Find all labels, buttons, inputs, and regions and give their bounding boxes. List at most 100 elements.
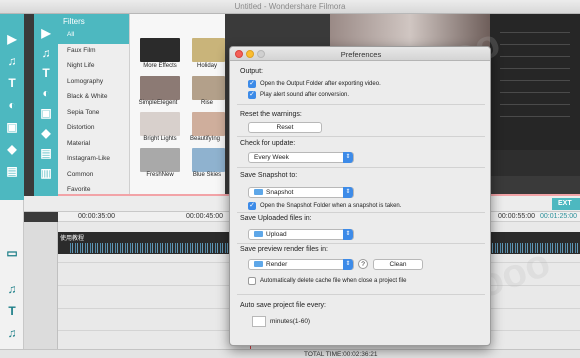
preferences-dialog: Preferences Output: ✓ Open the Output Fo… (229, 46, 491, 346)
elements-icon-2[interactable]: ◆ (39, 126, 53, 140)
thumbnail-bright-lights[interactable] (140, 112, 180, 136)
snapshot-folder-select[interactable]: Snapshot ⇕ (248, 187, 354, 198)
time-marker: 00:00:35:00 (78, 213, 115, 220)
thumbnail-more-effects[interactable] (140, 38, 180, 62)
secondary-toolbar: ▶ ♫ T ◐ ▣ ◆ ▤ ▥ (34, 14, 58, 196)
separator (237, 136, 485, 137)
clip-label: 使用教程 (60, 236, 85, 242)
open-snapshot-folder-option[interactable]: ✓ Open the Snapshot Folder when a snapsh… (248, 201, 401, 210)
video-track-icon: ▭ (6, 246, 18, 260)
music-track-icon: ♫ (7, 326, 17, 340)
check-update-label: Check for update: (240, 140, 296, 147)
update-frequency-value: Every Week (254, 154, 289, 161)
filter-category-faux-film[interactable]: Faux Film (58, 44, 129, 60)
filters-header: Filters (58, 14, 129, 28)
folder-icon (254, 261, 263, 267)
right-timecode: 00:01:25:00 (540, 213, 577, 220)
folder-icon (254, 231, 263, 237)
elements-icon[interactable]: ◆ (5, 142, 19, 156)
thumbnail-rise[interactable] (192, 76, 225, 100)
color-slider[interactable] (500, 40, 570, 45)
time-marker: 00:00:55:00 (498, 213, 535, 220)
filters-panel: Filters All Faux Film Night Life Lomogra… (58, 14, 130, 196)
filter-icon[interactable]: ◐ (5, 98, 19, 112)
filter-category-common[interactable]: Common (58, 168, 129, 184)
music-icon[interactable]: ♫ (5, 54, 19, 68)
color-slider[interactable] (500, 112, 570, 117)
color-panel (490, 14, 580, 154)
autosave-minutes-input[interactable] (252, 316, 266, 327)
thumbnail-label: BeautifyIng (189, 136, 221, 142)
left-toolbar: ▶ ♫ T ◐ ▣ ◆ ▤ ▭ ♫ T ♫ (0, 14, 24, 354)
thumbnail-label: More Effects (143, 63, 177, 69)
color-slider[interactable] (500, 64, 570, 69)
option-text: Open the Output Folder after exporting v… (260, 80, 381, 87)
dialog-titlebar: Preferences (230, 47, 490, 61)
separator (237, 212, 485, 213)
color-slider[interactable] (500, 100, 570, 105)
checkbox-unchecked-icon[interactable] (248, 276, 256, 285)
output-label: Output: (240, 68, 263, 75)
play-alert-sound-option[interactable]: ✓ Play alert sound after conversion. (248, 90, 349, 99)
snapshot-folder-value: Snapshot (266, 189, 294, 196)
overlay-icon-2[interactable]: ▣ (39, 106, 53, 120)
transition-icon[interactable]: ▤ (5, 164, 19, 178)
overlay-icon[interactable]: ▣ (5, 120, 19, 134)
upload-folder-value: Upload (266, 231, 287, 238)
color-slider[interactable] (500, 52, 570, 57)
thumbnail-blue-skies[interactable] (192, 148, 225, 172)
transition-icon-2[interactable]: ▤ (39, 146, 53, 160)
separator (237, 243, 485, 244)
render-files-label: Save preview render files in: (240, 246, 328, 253)
music-icon-2[interactable]: ♫ (39, 46, 53, 60)
select-arrows-icon: ⇕ (343, 229, 353, 240)
filter-icon-2[interactable]: ◐ (39, 86, 53, 100)
app-titlebar: Untitled - Wondershare Filmora (0, 0, 580, 14)
open-output-folder-option[interactable]: ✓ Open the Output Folder after exporting… (248, 79, 381, 88)
thumbnail-holiday[interactable] (192, 38, 225, 62)
app-title: Untitled - Wondershare Filmora (234, 2, 346, 11)
filter-category-sepia-tone[interactable]: Sepia Tone (58, 106, 129, 122)
filter-category-night-life[interactable]: Night Life (58, 59, 129, 75)
reset-button[interactable]: Reset (248, 122, 322, 133)
filter-category-instagram-like[interactable]: Instagram-Like (58, 152, 129, 168)
thumbnail-simpleelegent[interactable] (140, 76, 180, 100)
split-icon-2[interactable]: ▥ (39, 166, 53, 180)
separator (237, 294, 485, 295)
upload-folder-select[interactable]: Upload ⇕ (248, 229, 354, 240)
media-icon[interactable]: ▶ (5, 32, 19, 46)
filter-category-all[interactable]: All (58, 28, 129, 44)
play-icon[interactable]: ▶ (39, 26, 53, 40)
autosave-unit: minutes(1-60) (270, 318, 311, 325)
text-icon-2[interactable]: T (39, 66, 53, 80)
help-icon[interactable]: ? (358, 259, 368, 269)
filter-category-black-white[interactable]: Black & White (58, 90, 129, 106)
checkbox-checked-icon[interactable]: ✓ (248, 201, 256, 210)
color-slider[interactable] (500, 28, 570, 33)
update-frequency-select[interactable]: Every Week ⇕ (248, 152, 354, 163)
text-icon[interactable]: T (5, 76, 19, 90)
color-slider[interactable] (500, 88, 570, 93)
thumbnail-freshnew[interactable] (140, 148, 180, 172)
dialog-title: Preferences (340, 50, 382, 59)
track-headers (24, 222, 58, 352)
checkbox-checked-icon[interactable]: ✓ (248, 90, 256, 99)
audio-track-icon: ♫ (7, 282, 17, 296)
folder-icon (254, 189, 263, 195)
filter-category-material[interactable]: Material (58, 137, 129, 153)
render-folder-value: Render (266, 261, 288, 268)
filter-category-lomography[interactable]: Lomography (58, 75, 129, 91)
auto-delete-cache-option[interactable]: Automatically delete cache file when clo… (248, 276, 406, 285)
export-button[interactable]: EXT (552, 198, 580, 210)
separator (237, 167, 485, 168)
separator (237, 104, 485, 105)
clean-button[interactable]: Clean (373, 259, 423, 270)
color-slider[interactable] (500, 76, 570, 81)
filter-category-distortion[interactable]: Distortion (58, 121, 129, 137)
uploaded-files-label: Save Uploaded files in: (240, 215, 312, 222)
title-track-icon: T (8, 304, 16, 318)
checkbox-checked-icon[interactable]: ✓ (248, 79, 256, 88)
render-folder-select[interactable]: Render ⇕ (248, 259, 354, 270)
thumbnail-label: SimpleElegent (138, 100, 178, 106)
thumbnail-beautifying[interactable] (192, 112, 225, 136)
